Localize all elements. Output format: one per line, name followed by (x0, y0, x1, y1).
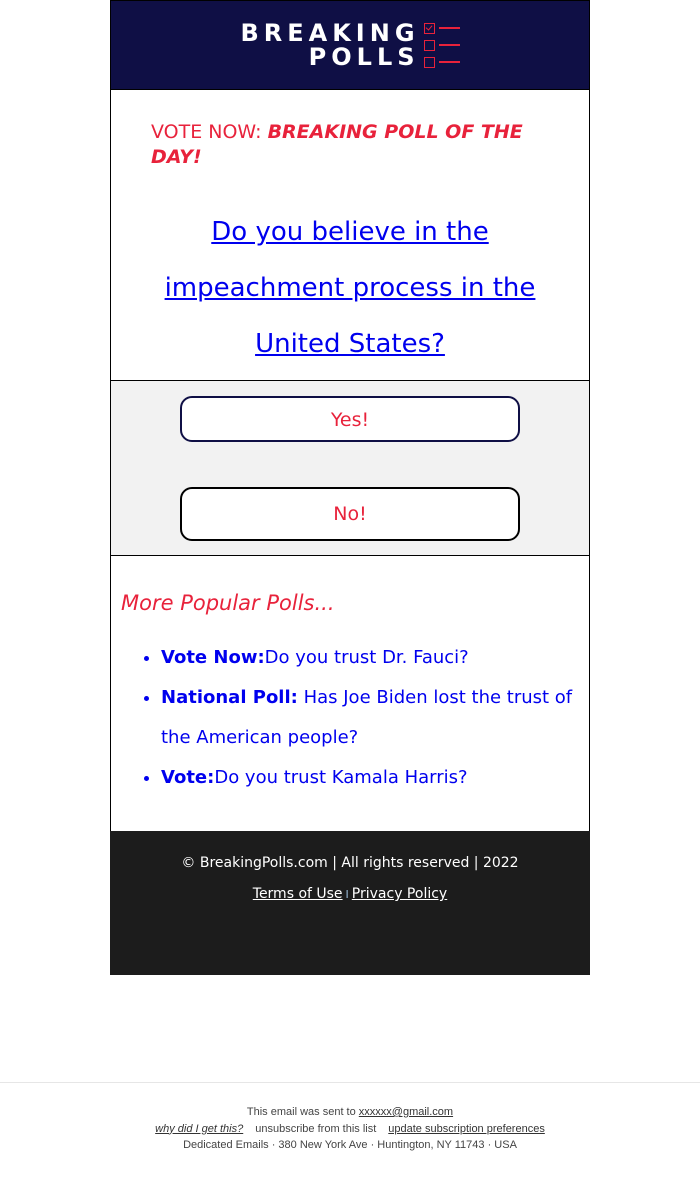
poll-link-item[interactable]: National Poll: Has Joe Biden lost the tr… (161, 678, 579, 758)
unsubscribe-link[interactable]: unsubscribe from this list (255, 1123, 376, 1135)
footer: © BreakingPolls.com | All rights reserve… (110, 831, 590, 975)
privacy-policy-link[interactable]: Privacy Policy (352, 886, 447, 902)
breaking-polls-logo[interactable]: BREAKING POLLS (240, 21, 460, 69)
unchecked-box-icon (423, 39, 435, 51)
footer-links: Terms of Use I Privacy Policy (110, 884, 590, 905)
footer-separator: I (345, 888, 349, 901)
copyright-text: © BreakingPolls.com | All rights reserve… (181, 855, 519, 871)
more-polls-section: More Popular Polls... Vote Now:Do you tr… (110, 556, 590, 831)
more-polls-list: Vote Now:Do you trust Dr. Fauci? Nationa… (121, 638, 579, 798)
legal-divider (0, 1082, 700, 1083)
poll-question-link[interactable]: Do you believe in the impeachment proces… (165, 217, 536, 359)
poll-link-item[interactable]: Vote Now:Do you trust Dr. Fauci? (161, 638, 579, 678)
subscription-links: why did I get this? unsubscribe from this… (0, 1121, 700, 1138)
checked-box-icon (423, 22, 435, 34)
logo-line-2: POLLS (308, 43, 420, 71)
why-did-i-get-this-link[interactable]: why did I get this? (155, 1123, 243, 1135)
no-button[interactable]: No! (180, 487, 520, 541)
sender-address: Dedicated Emails · 380 New York Ave · Hu… (183, 1139, 517, 1151)
poll-kicker: VOTE NOW: BREAKING POLL OF THE DAY! (151, 120, 549, 170)
header-banner: BREAKING POLLS (110, 0, 590, 90)
poll-link-item[interactable]: Vote:Do you trust Kamala Harris? (161, 758, 579, 798)
terms-of-use-link[interactable]: Terms of Use (253, 886, 343, 902)
question-section: Do you believe in the impeachment proces… (110, 180, 590, 380)
answers-section: Yes! No! (110, 380, 590, 556)
update-preferences-link[interactable]: update subscription preferences (388, 1123, 545, 1135)
more-polls-title: More Popular Polls... (121, 591, 335, 615)
logo-text: BREAKING POLLS (240, 21, 419, 69)
kicker-prefix: VOTE NOW: (151, 121, 268, 143)
unchecked-box-icon (423, 56, 435, 68)
legal-footer: This email was sent to xxxxxx@gmail.com … (0, 1104, 700, 1154)
email-body: BREAKING POLLS VOTE NOW: BREAKING POLL O… (110, 0, 590, 975)
checklist-icon (423, 22, 460, 68)
sent-to-line: This email was sent to xxxxxx@gmail.com (246, 1106, 454, 1118)
recipient-email-link[interactable]: xxxxxx@gmail.com (359, 1106, 453, 1118)
yes-button[interactable]: Yes! (180, 396, 520, 442)
logo-line-1: BREAKING (240, 19, 420, 47)
